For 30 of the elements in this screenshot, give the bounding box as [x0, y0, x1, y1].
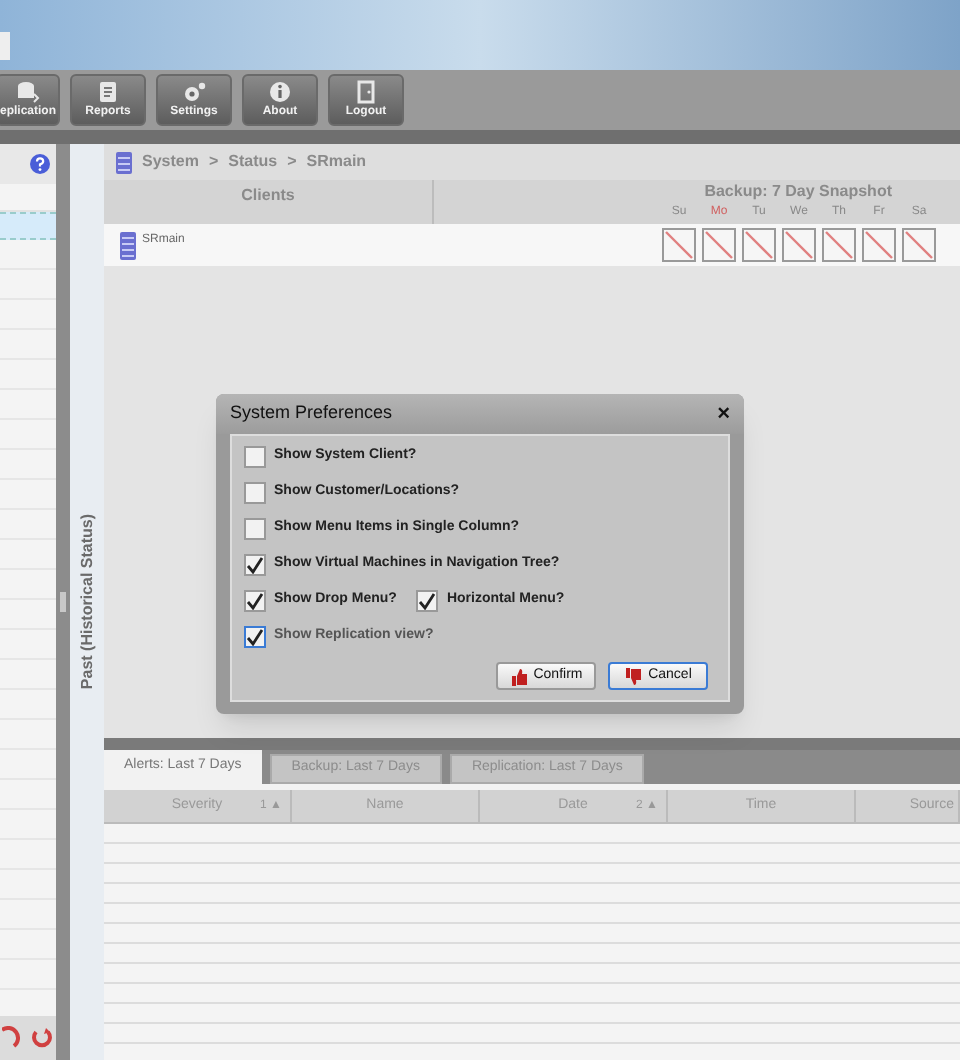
- checkbox[interactable]: [244, 626, 266, 648]
- refresh-icon[interactable]: [30, 1026, 54, 1050]
- help-icon[interactable]: [30, 154, 50, 174]
- refresh-icon[interactable]: [2, 1026, 20, 1050]
- column-heading: Backup: 7 Day Snapshot: [704, 180, 894, 204]
- checkbox[interactable]: [244, 554, 266, 576]
- info-icon: [268, 79, 292, 103]
- column-heading: Clients: [241, 184, 295, 208]
- close-button[interactable]: ×: [717, 403, 730, 425]
- server-icon: [116, 151, 132, 173]
- database-icon: [16, 79, 40, 103]
- breadcrumb-item[interactable]: Status: [228, 150, 278, 174]
- breadcrumb-separator: >: [208, 150, 219, 174]
- checkmark-icon: [418, 592, 437, 610]
- door-icon: [354, 79, 378, 103]
- breadcrumb-separator: >: [287, 150, 297, 174]
- breadcrumb-item[interactable]: SRmain: [306, 150, 367, 174]
- side-label: Past (Historical Status): [75, 514, 98, 690]
- document-icon: [96, 79, 120, 103]
- checkbox[interactable]: [244, 590, 266, 612]
- checkbox[interactable]: [416, 590, 439, 612]
- gear-icon: [182, 79, 206, 103]
- thumbs-down-icon: [624, 667, 643, 685]
- checkbox[interactable]: [244, 518, 266, 540]
- server-icon: [120, 231, 136, 259]
- checkbox[interactable]: [244, 482, 266, 504]
- dialog-title: System Preferences: [230, 400, 393, 427]
- breadcrumb-item[interactable]: System: [142, 150, 199, 174]
- checkbox[interactable]: [244, 446, 266, 468]
- thumbs-up-icon: [509, 667, 528, 685]
